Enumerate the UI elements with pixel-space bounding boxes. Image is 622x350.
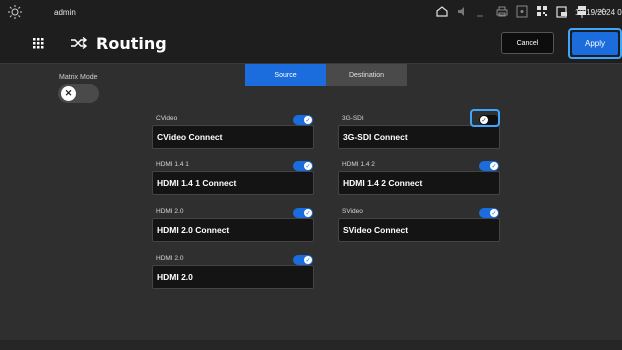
routing-icon — [71, 36, 88, 50]
route-label: HDMI 1.4 2 — [342, 161, 375, 168]
route-card: HDMI 2.0 ✓ HDMI 2.0 — [152, 254, 314, 290]
route-field[interactable]: HDMI 2.0 — [152, 265, 314, 289]
route-field[interactable]: CVideo Connect — [152, 125, 314, 149]
check-icon: ✓ — [304, 209, 312, 217]
route-card: SVideo ✓ SVideo Connect — [338, 207, 500, 243]
check-icon: ✓ — [304, 116, 312, 124]
header: Routing Cancel Apply — [0, 24, 622, 64]
close-icon: ✕ — [61, 86, 76, 101]
display-icon[interactable] — [556, 5, 568, 18]
datetime: 12/19/2024 08 — [575, 8, 622, 17]
matrix-mode-label: Matrix Mode — [59, 74, 98, 81]
brightness-icon[interactable] — [8, 5, 22, 19]
route-toggle[interactable]: ✓ — [293, 208, 313, 218]
apply-button[interactable]: Apply — [572, 32, 618, 55]
check-icon: ✓ — [304, 162, 312, 170]
toggle-focus-ring — [470, 109, 500, 127]
route-field[interactable]: HDMI 1.4 1 Connect — [152, 171, 314, 195]
route-label: CVideo — [156, 115, 178, 122]
mute-icon — [476, 5, 488, 18]
footer-band — [0, 340, 622, 350]
source-destination-switch: Source Destination — [245, 64, 407, 86]
check-icon: ✓ — [490, 162, 498, 170]
route-toggle[interactable]: ✓ — [293, 161, 313, 171]
qr-icon[interactable] — [536, 5, 548, 18]
record-icon[interactable] — [516, 5, 528, 18]
route-label: 3G-SDI — [342, 115, 364, 122]
route-card: CVideo ✓ CVideo Connect — [152, 114, 314, 150]
check-icon: ✓ — [304, 256, 312, 264]
tab-destination[interactable]: Destination — [326, 64, 407, 86]
route-toggle[interactable]: ✓ — [293, 255, 313, 265]
cancel-button[interactable]: Cancel — [501, 32, 554, 54]
username: admin — [54, 8, 76, 17]
route-card: HDMI 2.0 ✓ HDMI 2.0 Connect — [152, 207, 314, 243]
route-label: HDMI 2.0 — [156, 208, 184, 215]
route-field[interactable]: SVideo Connect — [338, 218, 500, 242]
route-toggle[interactable]: ✓ — [479, 161, 499, 171]
matrix-mode-toggle[interactable]: ✕ — [58, 84, 99, 103]
home-icon[interactable] — [436, 5, 448, 18]
route-card: HDMI 1.4 2 ✓ HDMI 1.4 2 Connect — [338, 160, 500, 196]
route-label: HDMI 1.4 1 — [156, 161, 189, 168]
page-title: Routing — [96, 34, 167, 53]
route-field[interactable]: HDMI 2.0 Connect — [152, 218, 314, 242]
printer-icon[interactable] — [496, 5, 508, 18]
status-bar: admin 12/19/2024 08 — [0, 0, 622, 24]
route-toggle[interactable]: ✓ — [293, 115, 313, 125]
route-label: SVideo — [342, 208, 363, 215]
route-field[interactable]: HDMI 1.4 2 Connect — [338, 171, 500, 195]
check-icon: ✓ — [490, 209, 498, 217]
route-toggle[interactable]: ✓ — [479, 208, 499, 218]
tab-source[interactable]: Source — [245, 64, 326, 86]
route-field[interactable]: 3G-SDI Connect — [338, 125, 500, 149]
menu-icon[interactable] — [33, 38, 44, 49]
route-label: HDMI 2.0 — [156, 255, 184, 262]
volume-icon[interactable] — [456, 5, 468, 18]
route-card: HDMI 1.4 1 ✓ HDMI 1.4 1 Connect — [152, 160, 314, 196]
apply-button-focus: Apply — [568, 28, 622, 59]
